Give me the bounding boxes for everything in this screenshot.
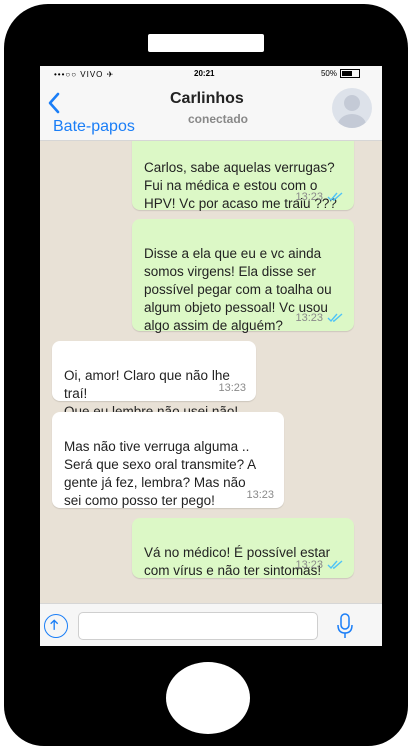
- message-text: Mas não tive verruga alguma .. Será que …: [64, 439, 257, 508]
- message-bubble-outgoing[interactable]: Carlos, sabe aquelas verrugas? Fui na mé…: [132, 141, 354, 211]
- phone-frame: •••○○ VIVO ✈ 20:21 50% Bate-papos Carlin…: [0, 0, 414, 750]
- read-ticks-icon: [327, 192, 343, 202]
- share-arrow-icon: [50, 619, 59, 630]
- person-silhouette-icon: [338, 95, 366, 128]
- status-time: 20:21: [194, 69, 215, 78]
- message-meta: 13:23: [295, 556, 344, 574]
- microphone-icon: [337, 613, 353, 638]
- contact-avatar[interactable]: [332, 88, 372, 128]
- read-ticks-icon: [327, 560, 343, 570]
- message-time: 13:23: [295, 312, 323, 324]
- read-ticks-icon: [327, 313, 343, 323]
- message-time: 13:23: [295, 559, 323, 571]
- share-button[interactable]: [44, 614, 68, 638]
- chat-screen: •••○○ VIVO ✈ 20:21 50% Bate-papos Carlin…: [40, 66, 382, 646]
- message-composer: [40, 603, 382, 646]
- message-input[interactable]: [78, 612, 318, 640]
- message-meta: 13:23: [295, 188, 344, 206]
- back-label: Bate-papos: [53, 118, 135, 135]
- microphone-button[interactable]: [336, 612, 354, 640]
- status-bar: •••○○ VIVO ✈ 20:21 50%: [40, 66, 382, 82]
- contact-status: conectado: [188, 112, 249, 126]
- message-meta: 13:23: [295, 309, 344, 327]
- battery-percent: 50%: [320, 69, 337, 78]
- carrier-signal: •••○○ VIVO ✈: [54, 70, 115, 79]
- home-button[interactable]: [166, 662, 250, 734]
- battery-icon: [340, 69, 360, 79]
- phone-speaker: [148, 34, 264, 52]
- message-bubble-outgoing[interactable]: Vá no médico! É possível estar com vírus…: [132, 518, 354, 578]
- message-time: 13:23: [295, 191, 323, 203]
- chevron-left-icon: [48, 92, 60, 114]
- message-bubble-incoming[interactable]: Mas não tive verruga alguma .. Será que …: [52, 412, 284, 508]
- contact-name[interactable]: Carlinhos: [170, 90, 244, 108]
- message-meta: 13:23: [246, 486, 274, 504]
- chat-header: Bate-papos Carlinhos conectado: [40, 82, 382, 141]
- message-list[interactable]: Carlos, sabe aquelas verrugas? Fui na mé…: [40, 141, 382, 603]
- message-time: 13:23: [246, 489, 274, 501]
- battery-indicator: 50%: [320, 69, 360, 79]
- message-bubble-outgoing[interactable]: Disse a ela que eu e vc ainda somos virg…: [132, 219, 354, 333]
- message-time: 13:23: [218, 382, 246, 394]
- message-meta: 13:23: [218, 379, 246, 397]
- message-bubble-incoming[interactable]: Oi, amor! Claro que não lhe traí! Que eu…: [52, 341, 256, 419]
